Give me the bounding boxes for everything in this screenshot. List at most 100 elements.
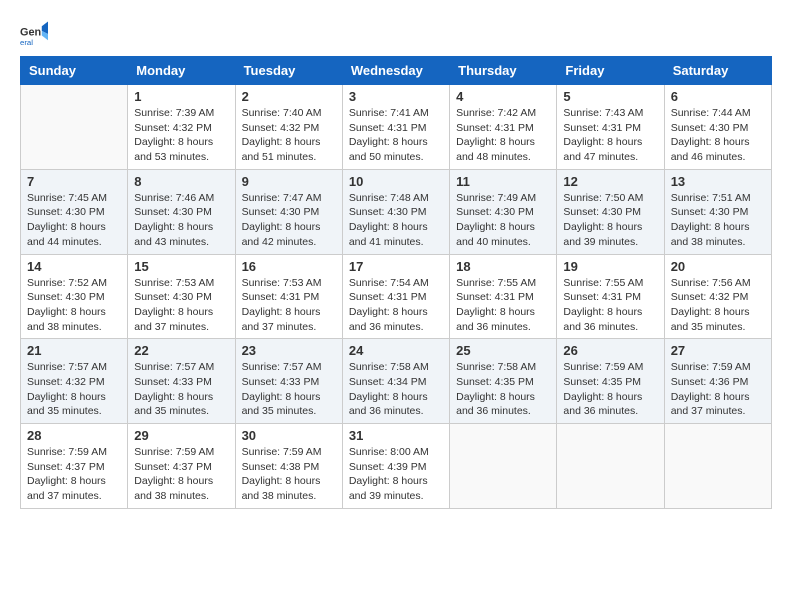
calendar-cell: 21 Sunrise: 7:57 AM Sunset: 4:32 PM Dayli… <box>21 339 128 424</box>
calendar-cell: 14Sunrise: 7:52 AM Sunset: 4:30 PM Dayli… <box>21 254 128 339</box>
day-number: 29 <box>134 428 228 443</box>
day-info: Sunrise: 7:56 AM Sunset: 4:32 PM Dayligh… <box>671 276 765 335</box>
day-info: Sunrise: 7:46 AM Sunset: 4:30 PM Dayligh… <box>134 191 228 250</box>
weekday-header-wednesday: Wednesday <box>342 57 449 85</box>
day-info: Sunrise: 7:54 AM Sunset: 4:31 PM Dayligh… <box>349 276 443 335</box>
day-number: 24 <box>349 343 443 358</box>
weekday-header-row: SundayMondayTuesdayWednesdayThursdayFrid… <box>21 57 772 85</box>
day-number: 18 <box>456 259 550 274</box>
calendar-cell: 20 Sunrise: 7:56 AM Sunset: 4:32 PM Dayli… <box>664 254 771 339</box>
day-number: 9 <box>242 174 336 189</box>
day-number: 20 <box>671 259 765 274</box>
day-info: Sunrise: 7:57 AM Sunset: 4:33 PM Dayligh… <box>134 360 228 419</box>
calendar-cell: 5 Sunrise: 7:43 AM Sunset: 4:31 PM Daylig… <box>557 85 664 170</box>
day-info: Sunrise: 8:00 AM Sunset: 4:39 PM Dayligh… <box>349 445 443 504</box>
calendar-cell: 10 Sunrise: 7:48 AM Sunset: 4:30 PM Dayli… <box>342 169 449 254</box>
day-number: 8 <box>134 174 228 189</box>
day-info: Sunrise: 7:48 AM Sunset: 4:30 PM Dayligh… <box>349 191 443 250</box>
day-info: Sunrise: 7:59 AM Sunset: 4:37 PM Dayligh… <box>134 445 228 504</box>
day-number: 13 <box>671 174 765 189</box>
svg-text:eral: eral <box>20 38 33 47</box>
day-number: 6 <box>671 89 765 104</box>
logo-icon: Gen eral <box>20 20 48 48</box>
page-header: Gen eral <box>20 20 772 48</box>
day-info: Sunrise: 7:41 AM Sunset: 4:31 PM Dayligh… <box>349 106 443 165</box>
day-info: Sunrise: 7:57 AM Sunset: 4:33 PM Dayligh… <box>242 360 336 419</box>
calendar-cell: 15 Sunrise: 7:53 AM Sunset: 4:30 PM Dayli… <box>128 254 235 339</box>
day-number: 16 <box>242 259 336 274</box>
day-number: 12 <box>563 174 657 189</box>
weekday-header-friday: Friday <box>557 57 664 85</box>
calendar-cell: 23 Sunrise: 7:57 AM Sunset: 4:33 PM Dayli… <box>235 339 342 424</box>
day-info: Sunrise: 7:55 AM Sunset: 4:31 PM Dayligh… <box>456 276 550 335</box>
calendar-cell: 25Sunrise: 7:58 AM Sunset: 4:35 PM Dayli… <box>450 339 557 424</box>
page-container: Gen eral SundayMondayTuesdayWednesdayThu… <box>20 20 772 509</box>
weekday-header-saturday: Saturday <box>664 57 771 85</box>
calendar-cell: 1Sunrise: 7:39 AM Sunset: 4:32 PM Daylig… <box>128 85 235 170</box>
calendar-week-row: 21 Sunrise: 7:57 AM Sunset: 4:32 PM Dayli… <box>21 339 772 424</box>
day-number: 15 <box>134 259 228 274</box>
day-info: Sunrise: 7:53 AM Sunset: 4:30 PM Dayligh… <box>134 276 228 335</box>
svg-text:Gen: Gen <box>20 27 41 39</box>
calendar-week-row: 14Sunrise: 7:52 AM Sunset: 4:30 PM Dayli… <box>21 254 772 339</box>
day-number: 7 <box>27 174 121 189</box>
day-number: 10 <box>349 174 443 189</box>
day-number: 31 <box>349 428 443 443</box>
day-number: 4 <box>456 89 550 104</box>
calendar-cell: 24 Sunrise: 7:58 AM Sunset: 4:34 PM Dayli… <box>342 339 449 424</box>
day-info: Sunrise: 7:44 AM Sunset: 4:30 PM Dayligh… <box>671 106 765 165</box>
calendar-cell: 28 Sunrise: 7:59 AM Sunset: 4:37 PM Dayli… <box>21 424 128 509</box>
day-number: 27 <box>671 343 765 358</box>
calendar-cell: 11 Sunrise: 7:49 AM Sunset: 4:30 PM Dayli… <box>450 169 557 254</box>
calendar-cell: 2 Sunrise: 7:40 AM Sunset: 4:32 PM Daylig… <box>235 85 342 170</box>
calendar-cell: 17 Sunrise: 7:54 AM Sunset: 4:31 PM Dayli… <box>342 254 449 339</box>
calendar-cell: 12Sunrise: 7:50 AM Sunset: 4:30 PM Dayli… <box>557 169 664 254</box>
calendar-cell: 8 Sunrise: 7:46 AM Sunset: 4:30 PM Daylig… <box>128 169 235 254</box>
day-info: Sunrise: 7:55 AM Sunset: 4:31 PM Dayligh… <box>563 276 657 335</box>
day-number: 14 <box>27 259 121 274</box>
weekday-header-monday: Monday <box>128 57 235 85</box>
day-info: Sunrise: 7:58 AM Sunset: 4:34 PM Dayligh… <box>349 360 443 419</box>
calendar-cell: 29 Sunrise: 7:59 AM Sunset: 4:37 PM Dayli… <box>128 424 235 509</box>
calendar-cell: 6 Sunrise: 7:44 AM Sunset: 4:30 PM Daylig… <box>664 85 771 170</box>
day-number: 2 <box>242 89 336 104</box>
calendar-cell: 22 Sunrise: 7:57 AM Sunset: 4:33 PM Dayli… <box>128 339 235 424</box>
day-info: Sunrise: 7:39 AM Sunset: 4:32 PM Dayligh… <box>134 106 228 165</box>
day-number: 17 <box>349 259 443 274</box>
day-info: Sunrise: 7:57 AM Sunset: 4:32 PM Dayligh… <box>27 360 121 419</box>
day-info: Sunrise: 7:59 AM Sunset: 4:35 PM Dayligh… <box>563 360 657 419</box>
calendar-cell <box>450 424 557 509</box>
calendar-cell: 26 Sunrise: 7:59 AM Sunset: 4:35 PM Dayli… <box>557 339 664 424</box>
calendar-cell: 7Sunrise: 7:45 AM Sunset: 4:30 PM Daylig… <box>21 169 128 254</box>
day-number: 26 <box>563 343 657 358</box>
day-number: 23 <box>242 343 336 358</box>
day-number: 28 <box>27 428 121 443</box>
day-info: Sunrise: 7:59 AM Sunset: 4:37 PM Dayligh… <box>27 445 121 504</box>
day-info: Sunrise: 7:53 AM Sunset: 4:31 PM Dayligh… <box>242 276 336 335</box>
calendar-cell <box>557 424 664 509</box>
day-number: 3 <box>349 89 443 104</box>
calendar-week-row: 1Sunrise: 7:39 AM Sunset: 4:32 PM Daylig… <box>21 85 772 170</box>
day-number: 25 <box>456 343 550 358</box>
calendar-cell: 9 Sunrise: 7:47 AM Sunset: 4:30 PM Daylig… <box>235 169 342 254</box>
day-number: 11 <box>456 174 550 189</box>
calendar-table: SundayMondayTuesdayWednesdayThursdayFrid… <box>20 56 772 509</box>
calendar-cell: 3 Sunrise: 7:41 AM Sunset: 4:31 PM Daylig… <box>342 85 449 170</box>
calendar-week-row: 7Sunrise: 7:45 AM Sunset: 4:30 PM Daylig… <box>21 169 772 254</box>
calendar-cell: 30Sunrise: 7:59 AM Sunset: 4:38 PM Dayli… <box>235 424 342 509</box>
day-info: Sunrise: 7:43 AM Sunset: 4:31 PM Dayligh… <box>563 106 657 165</box>
day-number: 5 <box>563 89 657 104</box>
day-info: Sunrise: 7:47 AM Sunset: 4:30 PM Dayligh… <box>242 191 336 250</box>
day-number: 22 <box>134 343 228 358</box>
calendar-week-row: 28 Sunrise: 7:59 AM Sunset: 4:37 PM Dayli… <box>21 424 772 509</box>
logo: Gen eral <box>20 20 50 48</box>
calendar-cell: 16 Sunrise: 7:53 AM Sunset: 4:31 PM Dayli… <box>235 254 342 339</box>
day-info: Sunrise: 7:59 AM Sunset: 4:36 PM Dayligh… <box>671 360 765 419</box>
weekday-header-thursday: Thursday <box>450 57 557 85</box>
day-info: Sunrise: 7:40 AM Sunset: 4:32 PM Dayligh… <box>242 106 336 165</box>
day-number: 21 <box>27 343 121 358</box>
calendar-cell: 13Sunrise: 7:51 AM Sunset: 4:30 PM Dayli… <box>664 169 771 254</box>
calendar-cell: 19Sunrise: 7:55 AM Sunset: 4:31 PM Dayli… <box>557 254 664 339</box>
day-info: Sunrise: 7:49 AM Sunset: 4:30 PM Dayligh… <box>456 191 550 250</box>
calendar-cell <box>21 85 128 170</box>
